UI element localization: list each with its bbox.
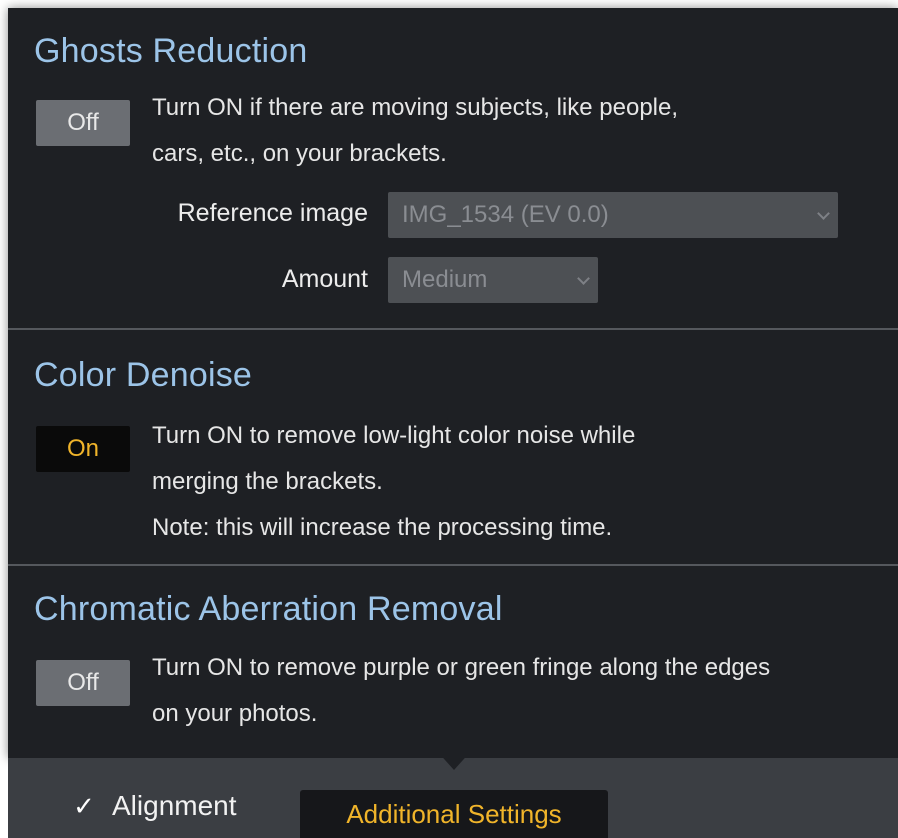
chevron-down-icon (577, 272, 590, 285)
reference-image-value: IMG_1534 (EV 0.0) (402, 201, 609, 228)
color-denoise-description-line-2: merging the brackets. (152, 468, 383, 495)
checkmark-icon: ✓ (73, 790, 95, 821)
additional-settings-tab[interactable]: Additional Settings (300, 790, 608, 838)
ghosts-reduction-description-line-2: cars, etc., on your brackets. (152, 140, 447, 167)
color-denoise-title: Color Denoise (34, 356, 253, 394)
amount-select[interactable]: Medium (388, 257, 598, 303)
chromatic-aberration-title: Chromatic Aberration Removal (34, 590, 503, 628)
popover-pointer (436, 750, 472, 770)
chromatic-aberration-section: Chromatic Aberration Removal Off Turn ON… (8, 566, 898, 758)
chromatic-aberration-description-line-1: Turn ON to remove purple or green fringe… (152, 654, 771, 681)
color-denoise-description-line-1: Turn ON to remove low-light color noise … (152, 422, 636, 449)
ghosts-reduction-description-line-1: Turn ON if there are moving subjects, li… (152, 94, 679, 121)
ghosts-reduction-toggle[interactable]: Off (36, 100, 130, 146)
ghosts-reduction-section: Ghosts Reduction Off Turn ON if there ar… (8, 8, 898, 328)
amount-value: Medium (402, 266, 488, 293)
settings-popover: Ghosts Reduction Off Turn ON if there ar… (8, 8, 898, 758)
chevron-down-icon (817, 207, 830, 220)
ghosts-reduction-title: Ghosts Reduction (34, 32, 308, 70)
alignment-checkbox[interactable]: ✓ (70, 790, 98, 821)
reference-image-label: Reference image (177, 199, 368, 227)
color-denoise-note: Note: this will increase the processing … (152, 514, 613, 541)
reference-image-select[interactable]: IMG_1534 (EV 0.0) (388, 192, 838, 238)
bottom-toolbar: ✓ Alignment Additional Settings (8, 758, 898, 838)
alignment-label[interactable]: Alignment (112, 790, 237, 822)
color-denoise-toggle[interactable]: On (36, 426, 130, 472)
amount-label: Amount (281, 265, 368, 293)
chromatic-aberration-description-line-2: on your photos. (152, 700, 318, 727)
color-denoise-section: Color Denoise On Turn ON to remove low-l… (8, 330, 898, 564)
chromatic-aberration-toggle[interactable]: Off (36, 660, 130, 706)
